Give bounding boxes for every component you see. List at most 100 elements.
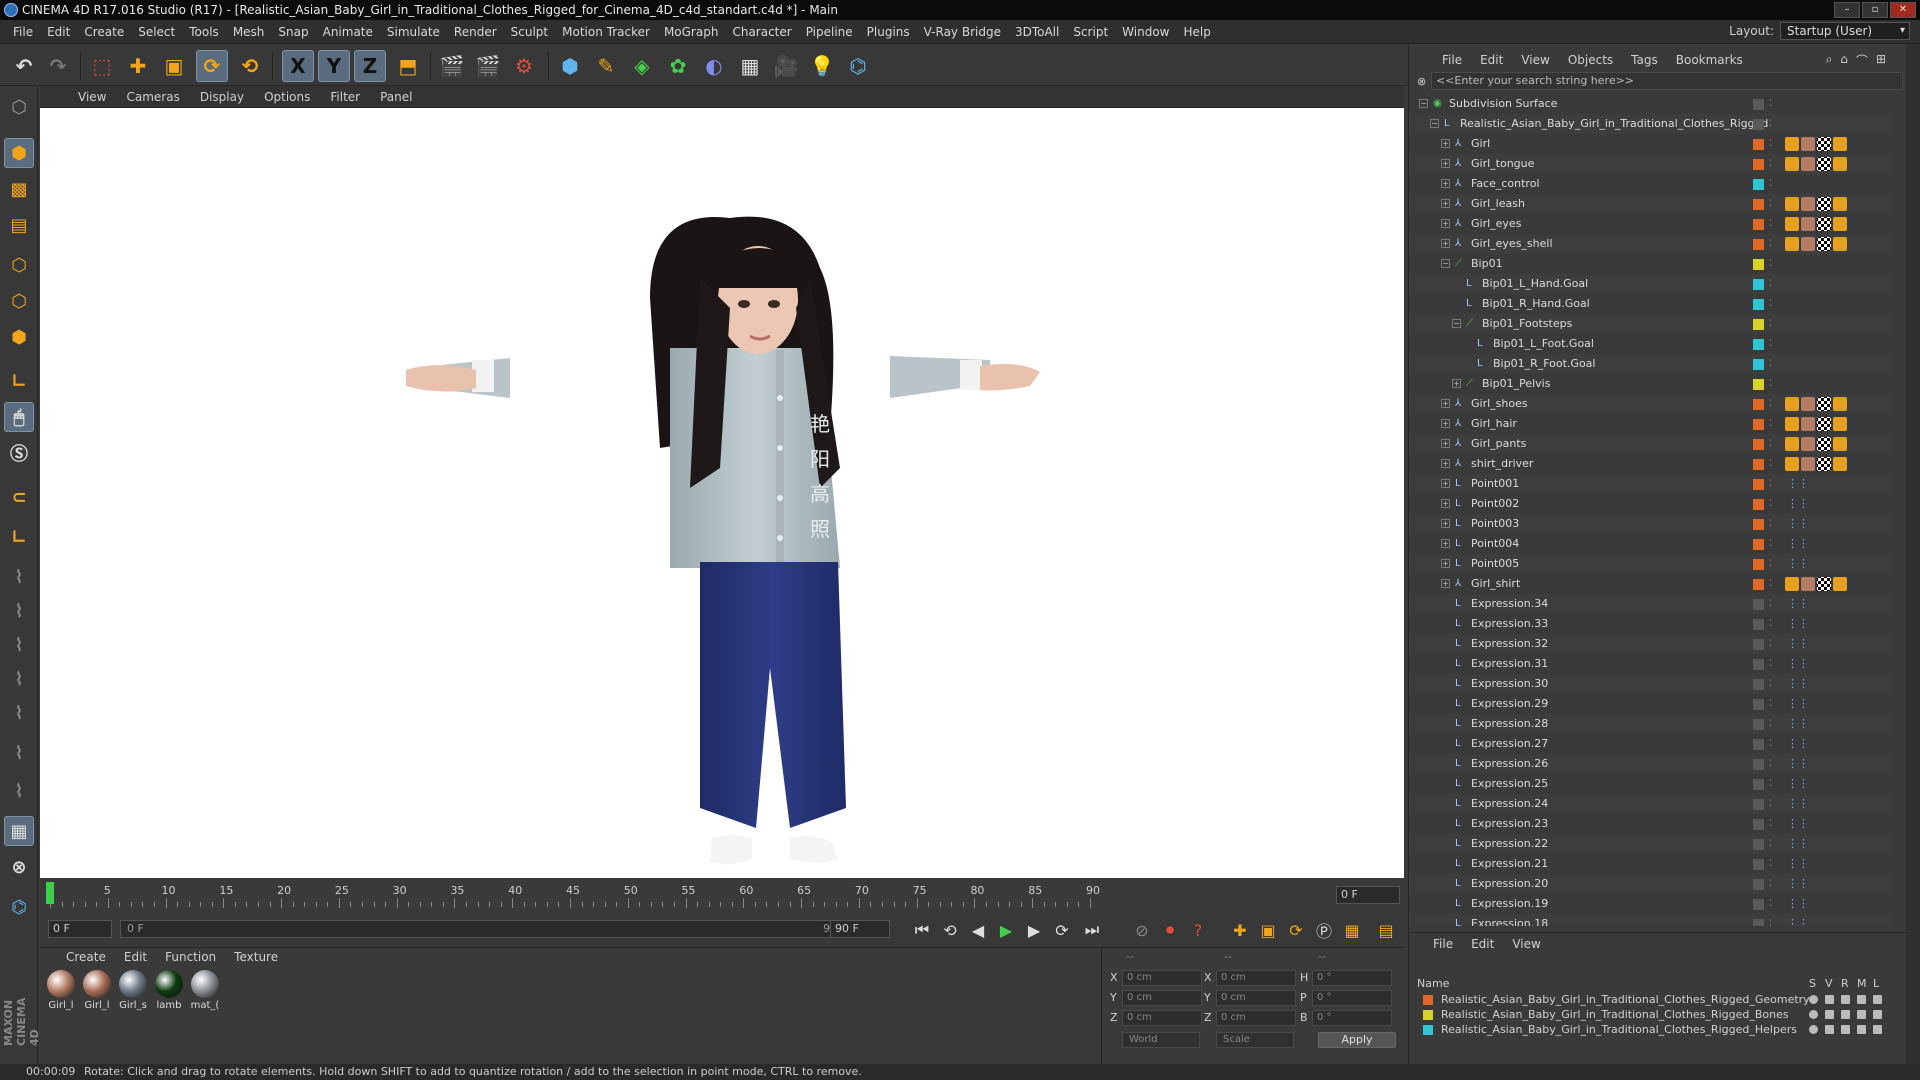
expand-toggle-icon[interactable]: + — [1441, 199, 1450, 208]
ik-tool-icon[interactable]: ⌇ — [4, 596, 34, 626]
object-tag-icon[interactable] — [1833, 437, 1847, 451]
object-tag-icon[interactable] — [1833, 197, 1847, 211]
object-tree-row[interactable]: L Expression.18 ⁚ ⋮⋮ — [1409, 914, 1893, 926]
expression-tag-icon[interactable]: ⋮⋮ — [1787, 674, 1809, 694]
material-menu-function[interactable]: Function — [165, 950, 216, 964]
visibility-dots-icon[interactable]: ⁚ — [1769, 694, 1772, 714]
object-menu-edit[interactable]: Edit — [1471, 53, 1512, 67]
object-tag-icon[interactable] — [1817, 237, 1831, 251]
visibility-dots-icon[interactable]: ⁚ — [1769, 914, 1772, 926]
autokey-icon[interactable]: ? — [1186, 918, 1210, 942]
visibility-dots-icon[interactable]: ⁚ — [1769, 674, 1772, 694]
next-frame-icon[interactable]: ▶ — [1022, 918, 1046, 942]
menu-mograph[interactable]: MoGraph — [657, 25, 726, 39]
expand-toggle-icon[interactable]: − — [1419, 99, 1428, 108]
workplane-axis-icon[interactable]: ∟ — [4, 522, 34, 552]
key-position-icon[interactable]: ✚ — [1228, 918, 1252, 942]
coord-value-field[interactable]: 0 cm — [1122, 1010, 1202, 1026]
object-tree-row[interactable]: + ⅄ Girl_hair ⁚ — [1409, 414, 1893, 434]
layer-color-swatch[interactable] — [1753, 539, 1764, 550]
viewport-menu-view[interactable]: View — [68, 90, 116, 104]
timeline[interactable]: 051015202530354045505560657075808590 0 F — [40, 880, 1404, 912]
expression-tag-icon[interactable]: ⋮⋮ — [1787, 654, 1809, 674]
object-tree-row[interactable]: + ⅄ Girl_eyes_shell ⁚ — [1409, 234, 1893, 254]
material-menu-create[interactable]: Create — [66, 950, 106, 964]
object-tag-icon[interactable] — [1817, 157, 1831, 171]
object-tree-row[interactable]: L Expression.26 ⁚ ⋮⋮ — [1409, 754, 1893, 774]
snapping-icon[interactable]: ⊂ — [4, 482, 34, 512]
object-tree-row[interactable]: L Expression.29 ⁚ ⋮⋮ — [1409, 694, 1893, 714]
expression-tag-icon[interactable]: ⋮⋮ — [1787, 774, 1809, 794]
object-tag-icon[interactable] — [1817, 437, 1831, 451]
object-tree-row[interactable]: L Expression.25 ⁚ ⋮⋮ — [1409, 774, 1893, 794]
object-tag-icon[interactable] — [1817, 417, 1831, 431]
visibility-dots-icon[interactable]: ⁚ — [1769, 634, 1772, 654]
visibility-dots-icon[interactable]: ⁚ — [1769, 814, 1772, 834]
menu-create[interactable]: Create — [77, 25, 131, 39]
object-tree-row[interactable]: L Bip01_R_Foot.Goal ⁚ — [1409, 354, 1893, 374]
layer-color-swatch[interactable] — [1753, 239, 1764, 250]
expand-toggle-icon[interactable]: + — [1441, 559, 1450, 568]
layer-flag-icon[interactable] — [1825, 1025, 1834, 1034]
visibility-dots-icon[interactable]: ⁚ — [1769, 414, 1772, 434]
max-frame-field[interactable]: 90 F — [830, 920, 890, 938]
object-menu-tags[interactable]: Tags — [1622, 53, 1667, 67]
expression-tag-icon[interactable]: ⋮⋮ — [1787, 494, 1809, 514]
expand-toggle-icon[interactable]: + — [1441, 459, 1450, 468]
object-tag-icon[interactable] — [1785, 157, 1799, 171]
coord-value-field[interactable]: 0 cm — [1216, 990, 1296, 1006]
visibility-dots-icon[interactable]: ⁚ — [1769, 614, 1772, 634]
object-tag-icon[interactable] — [1785, 417, 1799, 431]
expand-toggle-icon[interactable]: − — [1452, 319, 1461, 328]
layer-color-swatch[interactable] — [1753, 299, 1764, 310]
live-selection-icon[interactable]: ⬚ — [86, 50, 118, 82]
go-to-start-icon[interactable]: ⏮ — [910, 918, 934, 942]
expression-tag-icon[interactable]: ⋮⋮ — [1787, 874, 1809, 894]
visibility-dots-icon[interactable]: ⁚ — [1769, 594, 1772, 614]
object-tag-icon[interactable] — [1833, 417, 1847, 431]
layer-flag-icon[interactable] — [1857, 995, 1866, 1004]
timeline-window-icon[interactable]: ▤ — [1374, 918, 1398, 942]
layer-color-swatch[interactable] — [1753, 739, 1764, 750]
camera-icon[interactable]: 🎥 — [770, 50, 802, 82]
object-tag-icon[interactable] — [1785, 457, 1799, 471]
object-tree-row[interactable]: + ⅄ Girl_shirt ⁚ — [1409, 574, 1893, 594]
object-tree-row[interactable]: L Expression.21 ⁚ ⋮⋮ — [1409, 854, 1893, 874]
coord-value-field[interactable]: 0 cm — [1122, 970, 1202, 986]
close-button[interactable]: ✕ — [1890, 2, 1916, 18]
tweak-mode-icon[interactable]: 🖱 — [4, 402, 34, 432]
expand-toggle-icon[interactable]: + — [1441, 579, 1450, 588]
deformer-icon[interactable]: ◐ — [698, 50, 730, 82]
layer-color-swatch[interactable] — [1753, 159, 1764, 170]
expression-tag-icon[interactable]: ⋮⋮ — [1787, 754, 1809, 774]
menu-edit[interactable]: Edit — [40, 25, 77, 39]
recent-tool-icon[interactable]: ⟲ — [234, 50, 266, 82]
coord-value-field[interactable]: 0 cm — [1122, 990, 1202, 1006]
layer-color-swatch[interactable] — [1753, 319, 1764, 330]
z-axis-lock-button[interactable]: Z — [354, 50, 386, 82]
expand-toggle-icon[interactable]: − — [1430, 119, 1439, 128]
object-tree-row[interactable]: L Expression.34 ⁚ ⋮⋮ — [1409, 594, 1893, 614]
new-window-icon[interactable]: ⊞ — [1876, 52, 1886, 69]
visibility-dots-icon[interactable]: ⁚ — [1769, 334, 1772, 354]
viewport-menu-panel[interactable]: Panel — [370, 90, 422, 104]
visibility-dots-icon[interactable]: ⁚ — [1769, 554, 1772, 574]
visibility-dots-icon[interactable]: ⁚ — [1769, 874, 1772, 894]
expand-toggle-icon[interactable]: + — [1441, 419, 1450, 428]
menu-mesh[interactable]: Mesh — [226, 25, 272, 39]
layer-color-swatch[interactable] — [1753, 279, 1764, 290]
object-tree-row[interactable]: + ⟋ Bip01_Pelvis ⁚ — [1409, 374, 1893, 394]
object-tree-row[interactable]: L Expression.19 ⁚ ⋮⋮ — [1409, 894, 1893, 914]
visibility-dots-icon[interactable]: ⁚ — [1769, 714, 1772, 734]
menu-plugins[interactable]: Plugins — [860, 25, 917, 39]
object-search-input[interactable]: <<Enter your search string here>> — [1431, 72, 1903, 90]
menu-pipeline[interactable]: Pipeline — [799, 25, 860, 39]
expand-toggle-icon[interactable]: + — [1441, 519, 1450, 528]
menu-tools[interactable]: Tools — [182, 25, 226, 39]
object-tag-icon[interactable] — [1785, 437, 1799, 451]
layer-color-swatch[interactable] — [1753, 459, 1764, 470]
visibility-dots-icon[interactable]: ⁚ — [1769, 314, 1772, 334]
visibility-dots-icon[interactable]: ⁚ — [1769, 214, 1772, 234]
object-tree-row[interactable]: L Expression.31 ⁚ ⋮⋮ — [1409, 654, 1893, 674]
visibility-dots-icon[interactable]: ⁚ — [1769, 374, 1772, 394]
